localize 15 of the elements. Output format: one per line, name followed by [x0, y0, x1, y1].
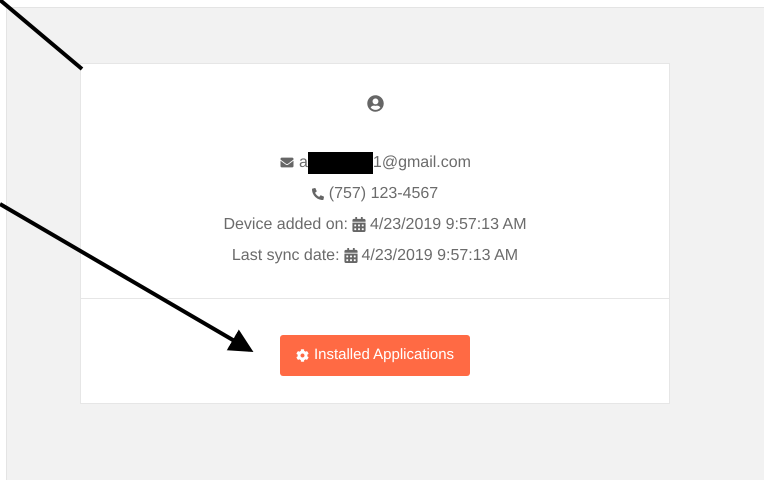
detail-value: 4/23/2019 9:57:13 AM: [370, 215, 527, 235]
email-text: a: [299, 153, 308, 173]
email-icon: [279, 156, 296, 169]
detail-value: 4/23/2019 9:57:13 AM: [362, 246, 518, 266]
phone-text: (757) 123-4567: [328, 184, 438, 204]
gear-icon: [296, 349, 309, 362]
email-text: 1@gmail.com: [372, 153, 471, 173]
redaction-block: [308, 152, 373, 174]
calendar-icon: [344, 248, 358, 263]
detail-label: Last sync date:: [232, 246, 340, 266]
user-icon: [366, 95, 384, 112]
installed-applications-button[interactable]: Installed Applications: [280, 335, 470, 376]
phone-icon: [312, 188, 324, 200]
detail-label: Device added on:: [223, 215, 348, 235]
calendar-icon: [352, 217, 366, 232]
